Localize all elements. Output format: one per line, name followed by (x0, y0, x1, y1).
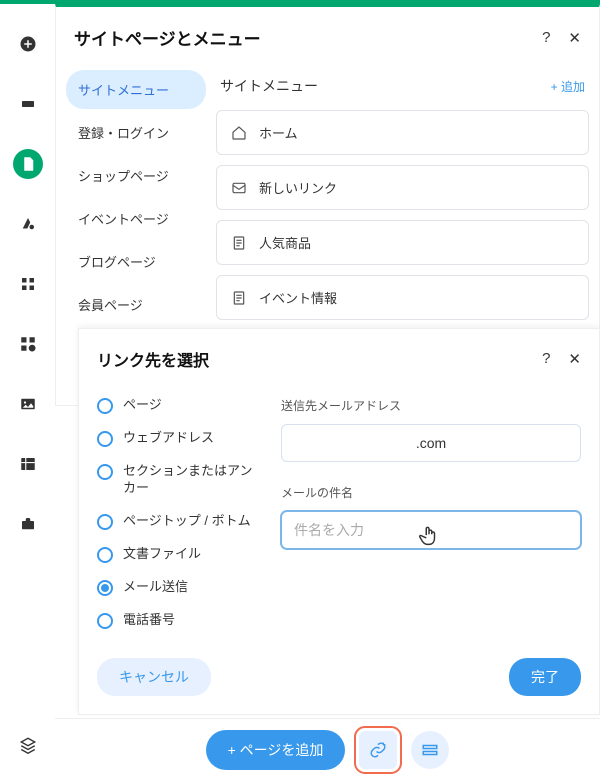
side-nav-item[interactable]: ショップページ (66, 156, 206, 195)
cancel-button[interactable]: キャンセル (97, 658, 211, 696)
add-link[interactable]: + 追加 (551, 78, 585, 95)
add-page-button[interactable]: + ページを追加 (206, 730, 346, 770)
side-nav-item[interactable]: 登録・ログイン (66, 113, 206, 152)
sections-icon[interactable] (13, 89, 43, 119)
list-title: サイトメニュー (220, 76, 318, 96)
radio-icon (97, 514, 113, 530)
media-icon[interactable] (13, 389, 43, 419)
email-input[interactable] (281, 424, 581, 462)
page-item-label: 人気商品 (259, 233, 311, 252)
radio-icon (97, 464, 113, 480)
link-type-label: メール送信 (123, 579, 188, 596)
data-icon[interactable] (13, 449, 43, 479)
close-icon[interactable]: ✕ (568, 350, 581, 368)
link-type-label: 文書ファイル (123, 546, 201, 563)
link-form: 送信先メールアドレス メールの件名 (281, 391, 581, 644)
side-nav-item[interactable]: イベントページ (66, 199, 206, 238)
left-rail (0, 4, 55, 780)
side-nav-item[interactable]: 会員ページ (66, 285, 206, 324)
link-type-option[interactable]: セクションまたはアンカー (97, 463, 257, 497)
link-type-option[interactable]: ページトップ / ボトム (97, 513, 257, 530)
layers-icon[interactable] (13, 730, 43, 760)
page-item[interactable]: ホーム (216, 110, 589, 155)
add-folder-button[interactable] (411, 731, 449, 769)
business-icon[interactable] (13, 509, 43, 539)
radio-icon (97, 398, 113, 414)
panel-title: サイトページとメニュー (74, 25, 261, 50)
settings-icon[interactable] (13, 329, 43, 359)
radio-icon (97, 547, 113, 563)
radio-icon (97, 580, 113, 596)
page-item-label: イベント情報 (259, 288, 337, 307)
link-type-label: セクションまたはアンカー (123, 463, 257, 497)
bottom-bar: + ページを追加 (55, 718, 600, 780)
help-icon[interactable]: ? (542, 350, 550, 368)
add-link-button[interactable] (359, 731, 397, 769)
link-type-label: 電話番号 (123, 612, 175, 629)
link-modal: リンク先を選択 ? ✕ ページウェブアドレスセクションまたはアンカーページトップ… (78, 328, 600, 715)
page-item[interactable]: イベント情報 (216, 275, 589, 320)
side-nav-item[interactable]: ブログページ (66, 242, 206, 281)
email-label: 送信先メールアドレス (281, 397, 581, 414)
apps-icon[interactable] (13, 269, 43, 299)
link-type-option[interactable]: メール送信 (97, 579, 257, 596)
subject-input[interactable] (281, 511, 581, 549)
close-icon[interactable]: ✕ (568, 29, 581, 47)
link-type-option[interactable]: ウェブアドレス (97, 430, 257, 447)
pages-icon[interactable] (13, 149, 43, 179)
page-item-label: 新しいリンク (259, 178, 337, 197)
design-icon[interactable] (13, 209, 43, 239)
link-type-option[interactable]: 電話番号 (97, 612, 257, 629)
page-item[interactable]: 人気商品 (216, 220, 589, 265)
done-button[interactable]: 完了 (509, 658, 581, 696)
link-types: ページウェブアドレスセクションまたはアンカーページトップ / ボトム文書ファイル… (97, 391, 257, 644)
link-type-option[interactable]: ページ (97, 397, 257, 414)
help-icon[interactable]: ? (542, 29, 550, 47)
page-item-label: ホーム (259, 123, 298, 142)
page-item[interactable]: 新しいリンク (216, 165, 589, 210)
modal-title: リンク先を選択 (97, 347, 209, 371)
subject-label: メールの件名 (281, 484, 581, 501)
side-nav-item[interactable]: サイトメニュー (66, 70, 206, 109)
link-type-label: ウェブアドレス (123, 430, 214, 447)
link-type-label: ページトップ / ボトム (123, 513, 251, 530)
link-type-label: ページ (123, 397, 162, 414)
radio-icon (97, 431, 113, 447)
radio-icon (97, 613, 113, 629)
add-icon[interactable] (13, 29, 43, 59)
link-type-option[interactable]: 文書ファイル (97, 546, 257, 563)
